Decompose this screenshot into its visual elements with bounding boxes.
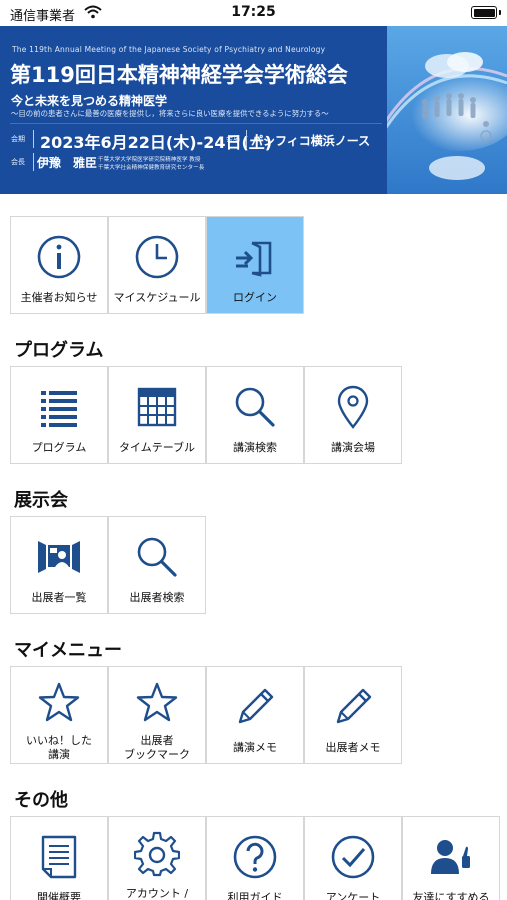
- tile-account[interactable]: アカウント /: [108, 816, 206, 900]
- tile-label: いいね！した 講演: [26, 734, 92, 761]
- tile-recommend-friend[interactable]: 友達にすすめる: [402, 816, 500, 900]
- tile-label: 友達にすすめる: [412, 891, 490, 900]
- tile-label: 講演会場: [331, 441, 375, 454]
- tile-label: 講演検索: [233, 441, 277, 454]
- banner-text-panel: The 119th Annual Meeting of the Japanese…: [0, 26, 387, 194]
- status-time: 17:25: [231, 4, 276, 20]
- tile-my-schedule[interactable]: マイスケジュール: [108, 216, 206, 314]
- checkmark-icon: [305, 829, 401, 885]
- tile-exhibitor-memo[interactable]: 出展者メモ: [304, 666, 402, 764]
- banner-tagline: ～目の前の患者さんに最善の医療を提供し，将来さらに良い医療を提供できるように努力…: [11, 109, 329, 118]
- tile-liked-lectures[interactable]: いいね！した 講演: [10, 666, 108, 764]
- banner-separator: [33, 130, 34, 148]
- banner-illustration: [387, 26, 507, 194]
- tile-event-overview[interactable]: 開催概要: [10, 816, 108, 900]
- tile-label: 出展者検索: [129, 591, 185, 604]
- tile-lecture-search[interactable]: 講演検索: [206, 366, 304, 464]
- tile-label: 出展者メモ: [325, 741, 381, 754]
- venue-label: 会場: [226, 135, 240, 143]
- tile-label: ログイン: [233, 291, 277, 304]
- tile-login[interactable]: ログイン: [206, 216, 304, 314]
- tile-label: アンケート: [325, 891, 381, 900]
- exhibitor-booth-icon: [11, 529, 107, 585]
- tile-program[interactable]: プログラム: [10, 366, 108, 464]
- tile-label: マイスケジュール: [113, 291, 201, 304]
- tile-exhibitor-list[interactable]: 出展者一覧: [10, 516, 108, 614]
- tile-organizer-notices[interactable]: 主催者お知らせ: [10, 216, 108, 314]
- tile-lecture-venue[interactable]: 講演会場: [304, 366, 402, 464]
- star-icon: [109, 675, 205, 729]
- period-label: 会期: [11, 135, 25, 143]
- banner-separator: [33, 153, 34, 171]
- search-icon: [207, 379, 303, 435]
- tile-label: タイムテーブル: [118, 441, 196, 454]
- tile-label: 主催者お知らせ: [20, 291, 98, 304]
- section-title-program: プログラム: [14, 340, 104, 361]
- pencil-icon: [305, 679, 401, 735]
- document-icon: [11, 829, 107, 885]
- chair-label: 会長: [11, 158, 25, 166]
- banner-english-title: The 119th Annual Meeting of the Japanese…: [12, 45, 326, 54]
- status-bar: 通信事業者 17:25: [0, 0, 507, 26]
- tile-label: 講演メモ: [233, 741, 277, 754]
- info-icon: [11, 229, 107, 285]
- tile-exhibitor-search[interactable]: 出展者検索: [108, 516, 206, 614]
- tile-user-guide[interactable]: 利用ガイド: [206, 816, 304, 900]
- calendar-icon: [109, 379, 205, 435]
- tile-label: プログラム: [31, 441, 87, 454]
- tile-label: アカウント /: [125, 887, 189, 900]
- tile-survey[interactable]: アンケート: [304, 816, 402, 900]
- banner-chair: 伊豫 雅臣: [37, 156, 98, 170]
- tile-label: 出展者 ブックマーク: [124, 734, 190, 761]
- battery-icon: [471, 6, 501, 19]
- tile-timetable[interactable]: タイムテーブル: [108, 366, 206, 464]
- banner-venue: パシフィコ横浜ノース: [251, 134, 371, 148]
- conference-banner[interactable]: The 119th Annual Meeting of the Japanese…: [0, 26, 507, 194]
- chair-affiliation: 千葉大学社会精神保健教育研究センター長: [98, 165, 205, 171]
- help-icon: [207, 829, 303, 885]
- gear-icon: [109, 827, 205, 881]
- section-title-exhibition: 展示会: [14, 490, 68, 511]
- tile-label: 開催概要: [37, 891, 81, 900]
- recommend-icon: [403, 829, 499, 885]
- banner-title: 第119回日本精神神経学会学術総会: [10, 63, 348, 87]
- search-icon: [109, 529, 205, 585]
- login-icon: [207, 229, 303, 285]
- clock-icon: [109, 229, 205, 285]
- tile-label: 利用ガイド: [227, 891, 283, 900]
- tile-exhibitor-bookmark[interactable]: 出展者 ブックマーク: [108, 666, 206, 764]
- pencil-icon: [207, 679, 303, 735]
- list-icon: [11, 379, 107, 435]
- banner-subtitle: 今と未来を見つめる精神医学: [11, 94, 168, 108]
- section-title-mymenu: マイメニュー: [14, 640, 122, 661]
- tile-label: 出展者一覧: [31, 591, 87, 604]
- section-title-other: その他: [14, 790, 68, 811]
- banner-divider: [10, 123, 382, 124]
- banner-separator: [246, 130, 247, 148]
- star-icon: [11, 675, 107, 729]
- chair-affiliation: 千葉大学大学院医学研究院精神医学 教授: [98, 157, 201, 163]
- location-pin-icon: [305, 379, 401, 435]
- tile-lecture-memo[interactable]: 講演メモ: [206, 666, 304, 764]
